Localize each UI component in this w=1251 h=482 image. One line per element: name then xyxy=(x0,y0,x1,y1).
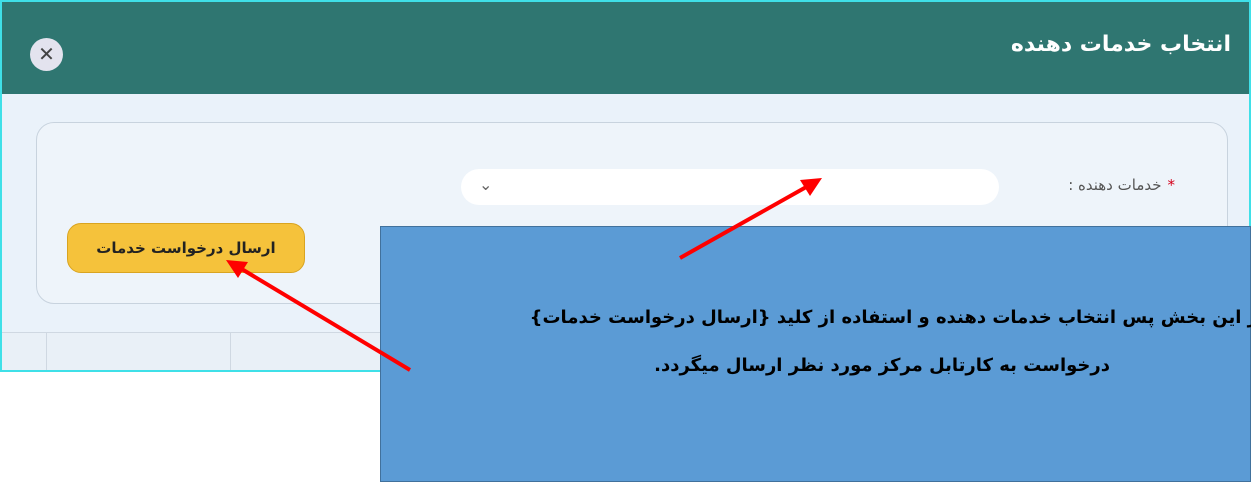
chevron-down-icon: ⌄ xyxy=(479,175,493,194)
close-icon[interactable]: ✕ xyxy=(30,38,63,71)
callout-text-line1: ر این بخش پس انتخاب خدمات دهنده و استفاد… xyxy=(529,307,1251,328)
submit-request-button[interactable]: ارسال درخواست خدمات xyxy=(67,223,305,273)
callout-text-line2: درخواست به کارتابل مرکز مورد نظر ارسال م… xyxy=(654,355,1110,376)
table-header xyxy=(2,332,402,370)
service-provider-label-text: خدمات دهنده : xyxy=(1068,176,1162,194)
help-callout: ر این بخش پس انتخاب خدمات دهنده و استفاد… xyxy=(380,226,1251,482)
dialog-title: انتخاب خدمات دهنده xyxy=(1010,32,1231,57)
dialog-header: انتخاب خدمات دهنده ✕ xyxy=(2,2,1249,94)
service-provider-label: * خدمات دهنده : xyxy=(1068,176,1175,194)
service-provider-select[interactable]: ⌄ xyxy=(461,169,999,205)
required-marker: * xyxy=(1167,176,1175,194)
table-column-divider xyxy=(46,333,47,370)
table-column-divider xyxy=(230,333,231,370)
